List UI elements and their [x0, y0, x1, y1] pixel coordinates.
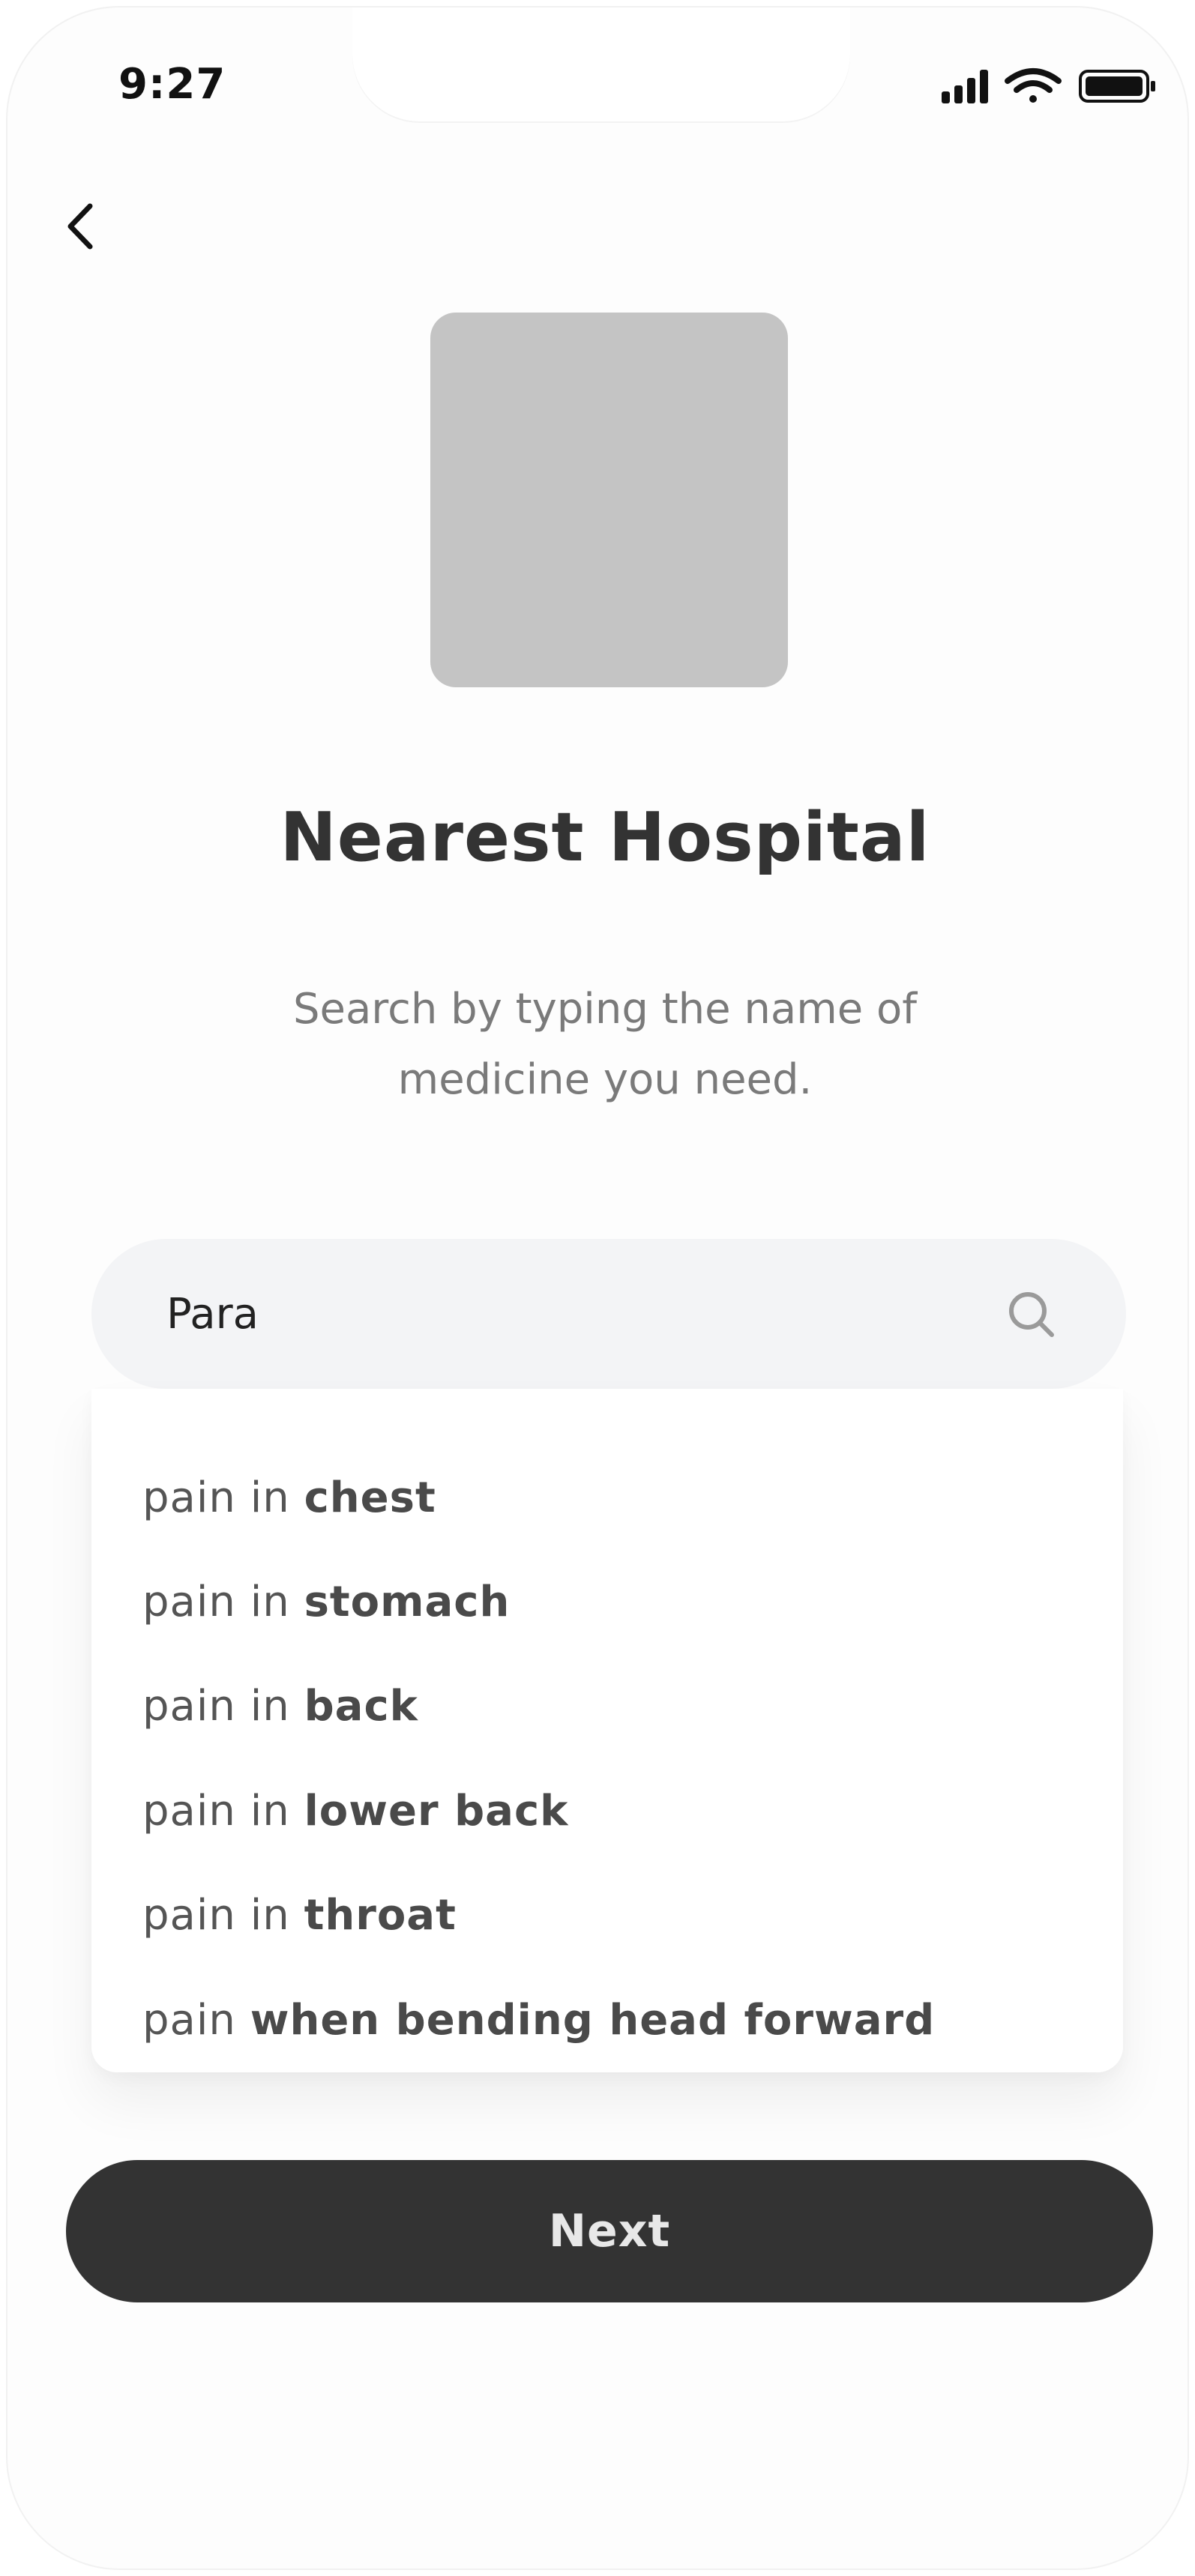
search-icon[interactable]: [1002, 1285, 1062, 1345]
suggestion-item-chest[interactable]: pain in chest: [142, 1461, 436, 1536]
suggestions-dropdown: pain in chest pain in stomach pain in ba…: [91, 1389, 1123, 2072]
suggestion-match: chest: [304, 1473, 436, 1522]
suggestion-item-back[interactable]: pain in back: [142, 1669, 418, 1744]
suggestion-item-stomach[interactable]: pain in stomach: [142, 1565, 510, 1640]
suggestion-match: back: [304, 1682, 418, 1731]
page-subtitle: Search by typing the name of medicine yo…: [230, 974, 980, 1115]
suggestion-item-throat[interactable]: pain in throat: [142, 1878, 457, 1953]
signal-icon: [942, 70, 988, 103]
subtitle-line-1: Search by typing the name of: [292, 985, 917, 1034]
suggestion-match: throat: [304, 1891, 457, 1940]
suggestion-match: lower back: [304, 1787, 569, 1836]
suggestion-prefix: pain in: [142, 1787, 304, 1836]
status-icons: [942, 68, 1155, 103]
suggestion-prefix: pain: [142, 1996, 250, 2045]
suggestion-prefix: pain in: [142, 1578, 304, 1626]
suggestion-match: when bending head forward: [250, 1996, 936, 2045]
search-box: [91, 1239, 1126, 1389]
next-button[interactable]: Next: [66, 2160, 1153, 2302]
suggestion-prefix: pain in: [142, 1473, 304, 1522]
suggestion-prefix: pain in: [142, 1891, 304, 1940]
back-button[interactable]: [54, 196, 106, 256]
hero-image-placeholder: [430, 313, 788, 687]
device-notch: [352, 7, 850, 121]
page-title: Nearest Hospital: [280, 798, 930, 877]
search-input[interactable]: [166, 1239, 1006, 1389]
suggestion-match: stomach: [304, 1578, 511, 1626]
subtitle-line-2: medicine you need.: [397, 1055, 813, 1104]
status-time: 9:27: [118, 60, 226, 109]
suggestion-prefix: pain in: [142, 1682, 304, 1731]
wifi-icon: [1005, 68, 1062, 103]
battery-icon: [1079, 70, 1155, 103]
chevron-left-icon: [67, 203, 93, 250]
phone-screen: 9:27 Nearest Hospital Search by typing t…: [7, 7, 1188, 2569]
suggestion-item-bending-head[interactable]: pain when bending head forward: [142, 1983, 935, 2058]
suggestion-item-lower-back[interactable]: pain in lower back: [142, 1774, 568, 1849]
